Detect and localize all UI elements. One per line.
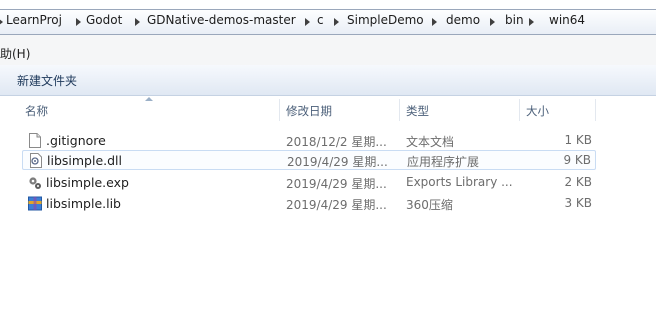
column-header-type[interactable]: 类型 [406, 103, 429, 119]
file-type: Exports Library ... [406, 175, 513, 189]
file-type: 应用程序扩展 [407, 155, 480, 169]
menu-help[interactable]: 帮助(H) [0, 45, 30, 62]
breadcrumb-learnproj[interactable]: LearnProj [6, 13, 62, 27]
chevron-right-icon[interactable] [432, 18, 437, 26]
file-name: libsimple.dll [47, 153, 122, 168]
chevron-right-icon[interactable] [334, 18, 339, 26]
exp-file-icon [29, 177, 41, 189]
new-folder-button[interactable]: 新建文件夹 [17, 72, 77, 89]
breadcrumb-demo[interactable]: demo [446, 13, 480, 27]
file-date: 2019/4/29 星期... [287, 155, 388, 169]
file-date: 2019/4/29 星期... [286, 177, 387, 191]
column-header-row: 名称 修改日期 类型 大小 [0, 97, 656, 121]
chevron-right-icon[interactable] [0, 18, 3, 26]
breadcrumb-c[interactable]: c [317, 13, 324, 27]
dll-file-icon [30, 153, 42, 168]
column-divider[interactable] [399, 99, 400, 121]
menu-bar: 帮助(H) [0, 35, 656, 65]
address-bar[interactable]: LearnProj Godot GDNative-demos-master c … [0, 9, 656, 35]
file-size: 2 KB [564, 175, 592, 189]
command-bar: 新建文件夹 [0, 65, 656, 96]
file-row[interactable]: .gitignore 2018/12/2 星期... 文本文档 1 KB [22, 131, 596, 151]
sort-ascending-icon [145, 97, 153, 101]
column-divider[interactable] [595, 99, 596, 121]
file-name: .gitignore [46, 133, 106, 148]
column-header-date[interactable]: 修改日期 [286, 103, 332, 119]
file-row[interactable]: libsimple.exp 2019/4/29 星期... Exports Li… [22, 173, 596, 193]
file-date: 2018/12/2 星期... [286, 135, 387, 149]
breadcrumb-simpledemo[interactable]: SimpleDemo [347, 13, 424, 27]
breadcrumb-bin[interactable]: bin [505, 13, 524, 27]
breadcrumb-gdnative-demos-master[interactable]: GDNative-demos-master [147, 13, 296, 27]
file-row[interactable]: libsimple.lib 2019/4/29 星期... 360压缩 3 KB [22, 194, 596, 214]
breadcrumb-godot[interactable]: Godot [86, 13, 122, 27]
column-divider[interactable] [279, 99, 280, 121]
file-name: libsimple.lib [46, 196, 121, 211]
column-divider[interactable] [519, 99, 520, 121]
text-file-icon [29, 133, 41, 148]
breadcrumb-win64[interactable]: win64 [549, 13, 585, 27]
chevron-right-icon[interactable] [76, 18, 81, 26]
file-row[interactable]: libsimple.dll 2019/4/29 星期... 应用程序扩展 9 K… [22, 150, 596, 170]
chevron-right-icon[interactable] [135, 18, 140, 26]
chevron-right-icon[interactable] [305, 18, 310, 26]
file-size: 9 KB [563, 153, 591, 167]
file-date: 2019/4/29 星期... [286, 198, 387, 212]
file-type: 文本文档 [406, 135, 455, 149]
column-header-size[interactable]: 大小 [526, 103, 549, 119]
file-type: 360压缩 [406, 198, 453, 212]
archive-file-icon [28, 196, 42, 211]
file-size: 1 KB [564, 133, 592, 147]
column-header-name[interactable]: 名称 [25, 103, 48, 119]
file-name: libsimple.exp [46, 175, 129, 190]
chevron-right-icon[interactable] [529, 18, 534, 26]
file-size: 3 KB [564, 196, 592, 210]
chevron-right-icon[interactable] [490, 18, 495, 26]
